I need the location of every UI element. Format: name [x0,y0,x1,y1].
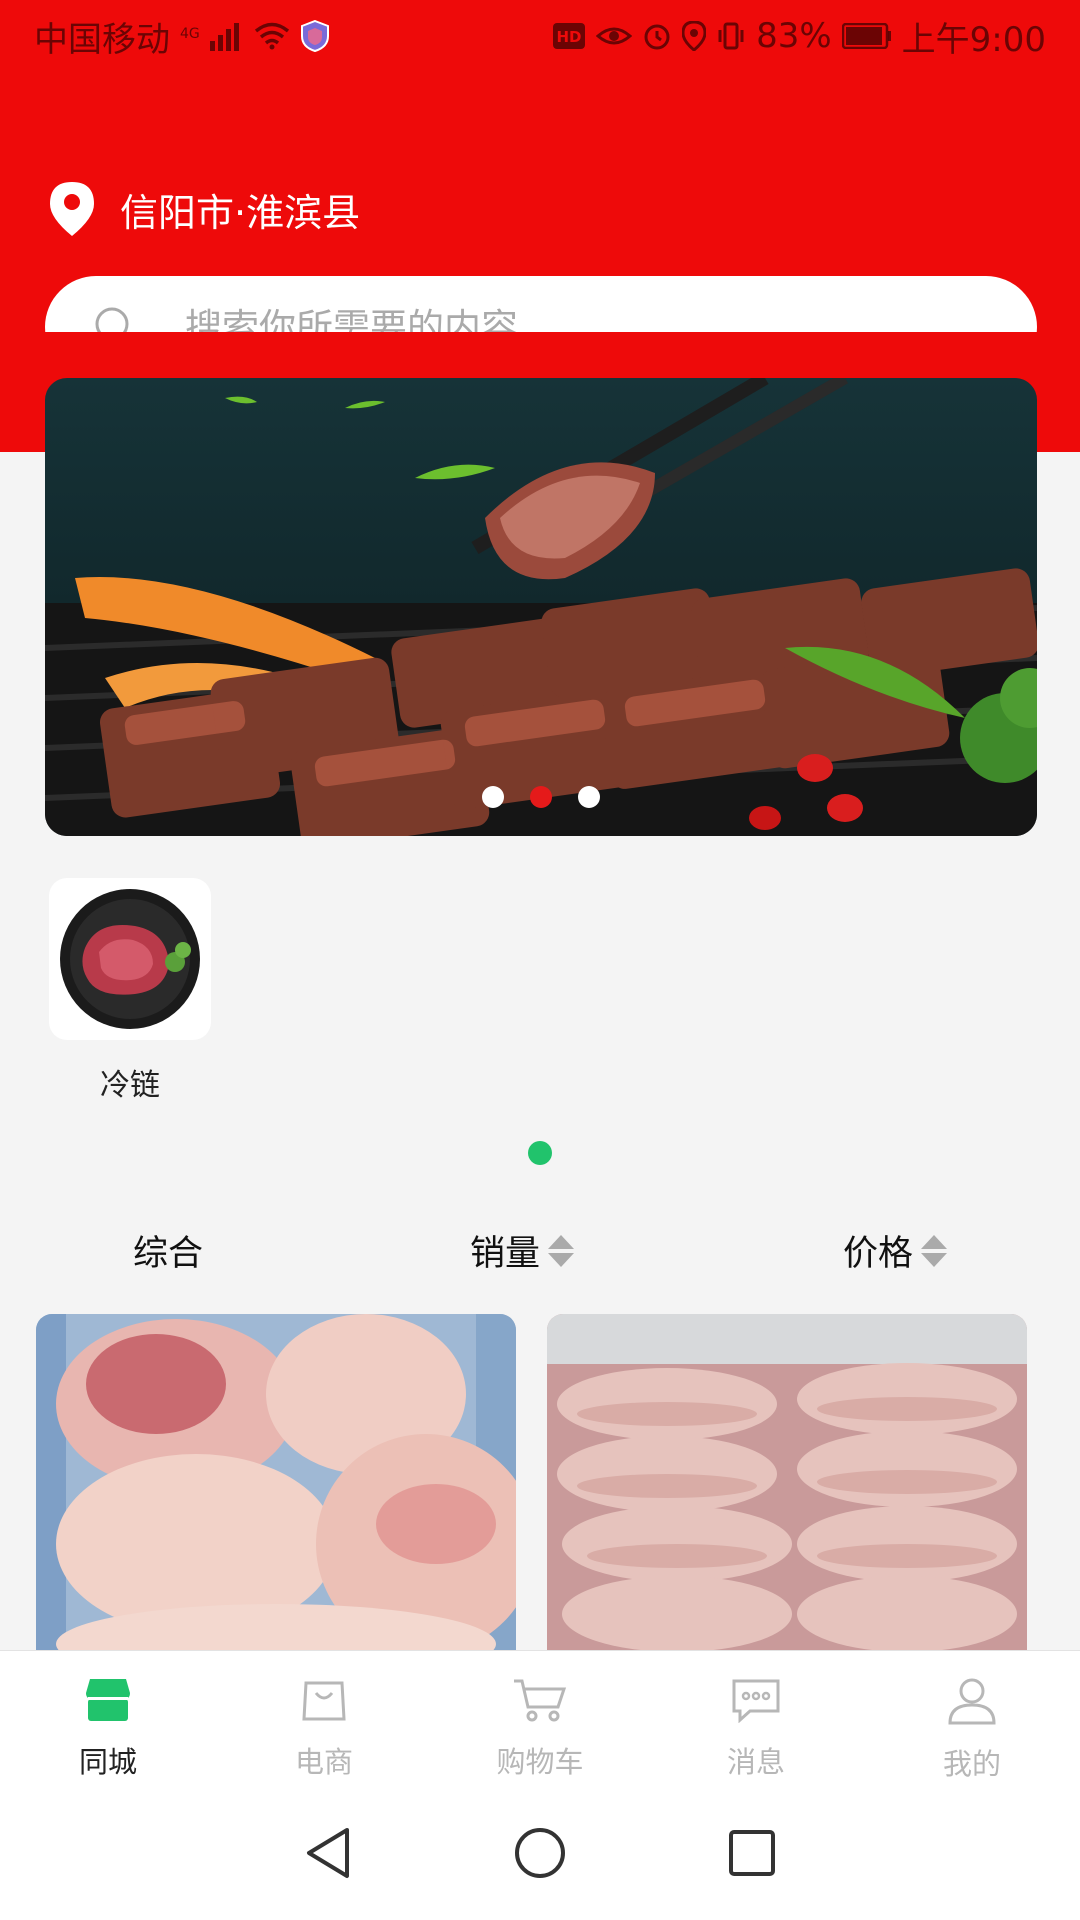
battery-icon [841,23,892,49]
tab-label: 购物车 [496,1745,584,1779]
clock-time: 上午9:00 [901,19,1046,60]
hd-icon: HD [552,22,586,50]
vibrate-icon [716,21,746,51]
tab-label: 消息 [726,1745,785,1779]
sort-comprehensive-label: 综合 [133,1234,204,1274]
tab-label: 同城 [78,1745,137,1779]
sort-sales[interactable]: 销量 [470,1225,575,1276]
cart-icon [512,1677,568,1727]
product-card[interactable] [36,1314,516,1654]
tab-ecommerce[interactable]: 电商 [216,1651,432,1791]
carrier-name: 中国移动 [34,19,170,60]
wifi-icon [254,22,290,50]
back-icon[interactable] [303,1826,353,1884]
tab-label: 电商 [294,1745,353,1779]
tab-mine[interactable]: 我的 [864,1651,1080,1791]
signal-icon [209,21,244,51]
system-navigation-bar [0,1790,1080,1920]
bottom-tab-bar: 同城 电商 购物车 消息 我的 [0,1650,1080,1791]
product-card[interactable] [547,1314,1027,1654]
recents-icon[interactable] [727,1828,777,1882]
location-selector[interactable]: 信阳市·淮滨县 [48,180,360,238]
home-icon[interactable] [513,1826,567,1884]
tab-messages[interactable]: 消息 [648,1651,864,1791]
shield-icon [300,20,330,52]
alarm-icon [642,21,672,51]
tab-cart[interactable]: 购物车 [432,1651,648,1791]
svg-text:HD: HD [557,28,582,46]
eye-icon [596,22,633,50]
pork-tongues-photo [547,1314,1027,1654]
user-icon [947,1677,997,1729]
header: 信阳市·淮滨县 [0,72,1080,378]
sort-bar: 综合 销量 价格 [0,1225,1080,1285]
pork-hocks-photo [36,1314,516,1654]
steak-banner-image [45,378,1037,836]
sort-toggle-icon [921,1234,948,1267]
location-text: 信阳市·淮滨县 [120,190,361,235]
tab-local[interactable]: 同城 [0,1651,216,1791]
tab-label: 我的 [942,1747,1001,1781]
promo-banner[interactable] [45,378,1037,836]
sort-price-label: 价格 [843,1234,914,1274]
category-label: 冷链 [100,1068,160,1103]
sort-comprehensive[interactable]: 综合 [133,1225,203,1276]
sort-price[interactable]: 价格 [843,1225,948,1276]
category-item-cold-chain[interactable]: 冷链 [49,878,211,1104]
banner-pagination [45,786,1037,808]
shopping-bag-icon [300,1677,348,1727]
meat-plate-image [60,889,200,1029]
banner-dot-1[interactable] [482,786,504,808]
category-page-indicator [528,1141,552,1165]
sort-toggle-icon [548,1234,575,1267]
status-bar: 中国移动 4G HD 83% 上午9:00 [0,0,1080,72]
message-icon [730,1677,782,1727]
map-pin-icon [48,180,96,238]
location-icon [682,21,707,51]
store-icon [84,1677,132,1727]
network-type: 4G [180,25,200,42]
banner-dot-3[interactable] [578,786,600,808]
sort-sales-label: 销量 [470,1234,541,1274]
battery-percent: 83% [756,16,832,56]
category-thumbnail [49,878,211,1040]
banner-dot-2[interactable] [530,786,552,808]
